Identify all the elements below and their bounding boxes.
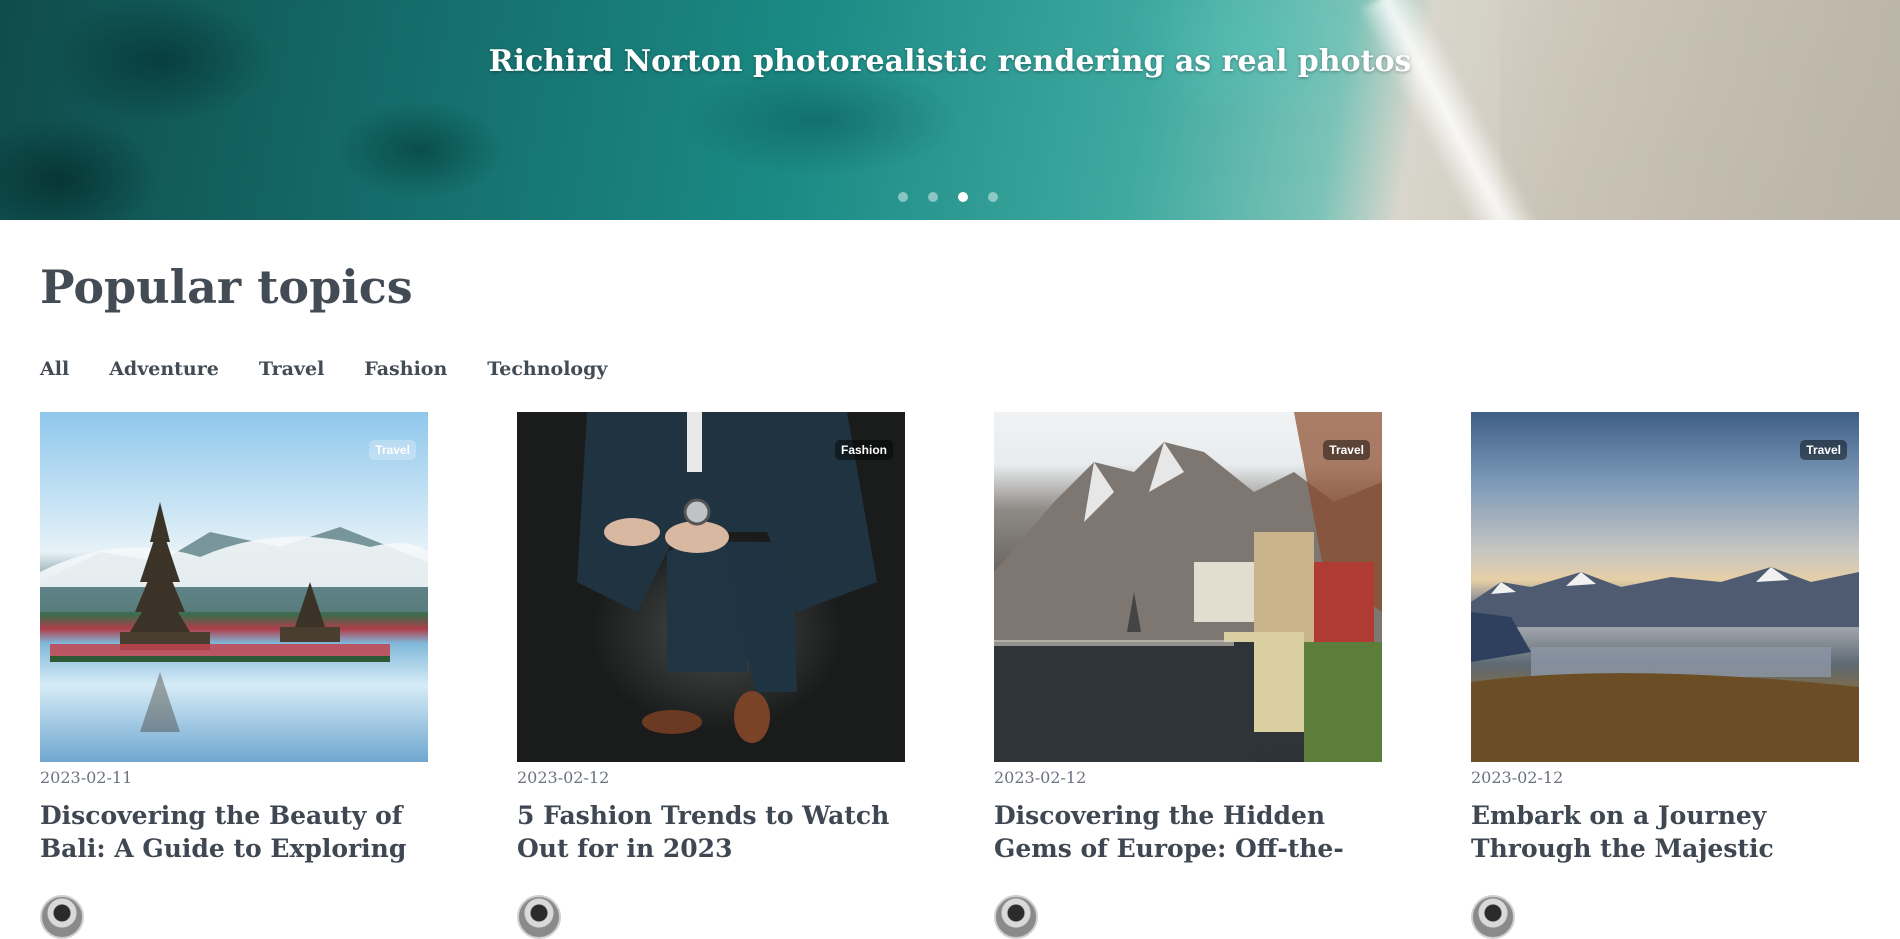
- post-date: 2023-02-11: [40, 768, 133, 787]
- carousel-dot-3[interactable]: [958, 192, 968, 202]
- man-watch-illustration: [577, 412, 877, 743]
- landscape-illustration: [1471, 567, 1859, 762]
- hero-title: Richird Norton photorealistic rendering …: [488, 44, 1412, 79]
- tab-fashion[interactable]: Fashion: [364, 358, 447, 380]
- tab-travel[interactable]: Travel: [259, 358, 324, 380]
- category-badge[interactable]: Fashion: [834, 440, 893, 460]
- category-badge[interactable]: Travel: [369, 440, 416, 460]
- post-title[interactable]: 5 Fashion Trends to Watch Out for in 202…: [517, 799, 905, 865]
- post-title[interactable]: Embark on a Journey Through the Majestic…: [1471, 799, 1859, 865]
- post-date: 2023-02-12: [517, 768, 610, 787]
- carousel-dot-2[interactable]: [928, 192, 938, 202]
- post-card[interactable]: Travel 2023-02-12 Discovering the Hidden…: [994, 412, 1382, 939]
- post-title[interactable]: Discovering the Beauty of Bali: A Guide …: [40, 799, 428, 865]
- carousel-dot-1[interactable]: [898, 192, 908, 202]
- avatar[interactable]: [40, 895, 84, 939]
- section-title: Popular topics: [40, 260, 413, 314]
- post-author[interactable]: [40, 895, 428, 939]
- category-badge[interactable]: Travel: [1323, 440, 1370, 460]
- avatar[interactable]: [994, 895, 1038, 939]
- tab-all[interactable]: All: [40, 358, 69, 380]
- tab-technology[interactable]: Technology: [487, 358, 607, 380]
- post-card[interactable]: Fashion 2023-02-12 5 Fashion Trends to W…: [517, 412, 905, 939]
- post-author[interactable]: [1471, 895, 1859, 939]
- carousel-dot-4[interactable]: [988, 192, 998, 202]
- post-image[interactable]: Travel: [1471, 412, 1859, 762]
- post-author[interactable]: [517, 895, 905, 939]
- post-image[interactable]: Travel: [994, 412, 1382, 762]
- tab-adventure[interactable]: Adventure: [109, 358, 219, 380]
- post-date: 2023-02-12: [1471, 768, 1564, 787]
- post-title[interactable]: Discovering the Hidden Gems of Europe: O…: [994, 799, 1382, 865]
- avatar[interactable]: [517, 895, 561, 939]
- post-author[interactable]: [994, 895, 1382, 939]
- post-card[interactable]: Travel 2023-02-12 Embark on a Journey Th…: [1471, 412, 1859, 939]
- hero-image-sand: [1500, 0, 1900, 220]
- post-date: 2023-02-12: [994, 768, 1087, 787]
- village-illustration: [994, 412, 1382, 762]
- category-badge[interactable]: Travel: [1800, 440, 1847, 460]
- post-card[interactable]: Travel 2023-02-11 Discovering the Beauty…: [40, 412, 428, 939]
- post-image[interactable]: Travel: [40, 412, 428, 762]
- hero-carousel[interactable]: Richird Norton photorealistic rendering …: [0, 0, 1900, 220]
- post-image[interactable]: Fashion: [517, 412, 905, 762]
- avatar[interactable]: [1471, 895, 1515, 939]
- carousel-dots: [898, 192, 998, 202]
- temple-illustration: [40, 502, 428, 732]
- topic-tabs: All Adventure Travel Fashion Technology: [40, 358, 607, 380]
